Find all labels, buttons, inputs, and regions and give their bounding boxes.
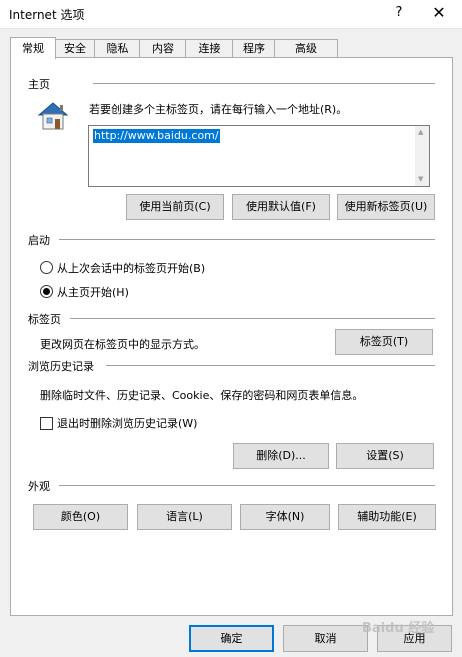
tab-privacy[interactable]: 隐私	[94, 39, 141, 58]
tabs-group-label: 标签页	[28, 313, 61, 326]
radio-last-session-label[interactable]: 从上次会话中的标签页开始(B)	[57, 260, 205, 276]
tabs-description: 更改网页在标签页中的显示方式。	[40, 338, 205, 351]
radio-home[interactable]	[40, 285, 53, 298]
appearance-group-label: 外观	[28, 480, 50, 493]
radio-last-session[interactable]	[40, 261, 53, 274]
history-settings-button[interactable]: 设置(S)	[336, 443, 434, 469]
colors-button[interactable]: 颜色(O)	[33, 504, 128, 530]
tab-security[interactable]: 安全	[54, 39, 96, 58]
homepage-group-label: 主页	[28, 78, 50, 91]
close-button[interactable]: ✕	[420, 0, 458, 28]
cancel-button[interactable]: 取消	[283, 625, 368, 652]
history-description: 删除临时文件、历史记录、Cookie、保存的密码和网页表单信息。	[40, 389, 364, 402]
tab-connections[interactable]: 连接	[185, 39, 234, 58]
use-new-tab-button[interactable]: 使用新标签页(U)	[337, 194, 435, 220]
history-separator	[106, 365, 435, 367]
delete-on-exit-checkbox[interactable]	[40, 417, 53, 430]
tab-general[interactable]: 常规	[10, 37, 56, 59]
radio-home-label[interactable]: 从主页开始(H)	[57, 284, 129, 300]
delete-history-button[interactable]: 删除(D)...	[233, 443, 329, 469]
home-icon	[37, 102, 69, 130]
title-bar: Internet 选项 ? ✕	[0, 0, 462, 29]
accessibility-button[interactable]: 辅助功能(E)	[338, 504, 436, 530]
ok-button[interactable]: 确定	[189, 625, 274, 652]
homepage-instruction: 若要创建多个主标签页，请在每行输入一个地址(R)。	[89, 103, 348, 116]
startup-separator	[59, 239, 435, 241]
homepage-url-text: http://www.baidu.com/	[93, 129, 220, 143]
use-current-button[interactable]: 使用当前页(C)	[126, 194, 224, 220]
window-title: Internet 选项	[9, 8, 85, 22]
appearance-separator	[59, 485, 435, 487]
languages-button[interactable]: 语言(L)	[137, 504, 232, 530]
tabs-separator	[70, 318, 435, 320]
scroll-down-icon[interactable]: ▼	[418, 175, 423, 183]
history-group-label: 浏览历史记录	[28, 360, 94, 373]
homepage-url-textarea[interactable]: http://www.baidu.com/ ▲ ▼	[88, 125, 430, 187]
tab-programs[interactable]: 程序	[232, 39, 276, 58]
radio-selected-dot	[43, 288, 50, 295]
tab-advanced[interactable]: 高级	[274, 39, 338, 58]
scroll-up-icon[interactable]: ▲	[418, 128, 423, 136]
url-scrollbar[interactable]: ▲ ▼	[415, 126, 429, 186]
fonts-button[interactable]: 字体(N)	[240, 504, 330, 530]
delete-on-exit-label[interactable]: 退出时删除浏览历史记录(W)	[57, 415, 197, 431]
homepage-separator	[93, 83, 435, 85]
help-button[interactable]: ?	[380, 0, 418, 28]
general-panel: 主页 若要创建多个主标签页，请在每行输入一个地址(R)。 http://www.…	[10, 57, 453, 616]
tab-content[interactable]: 内容	[139, 39, 187, 58]
watermark-text: Baidu 经验	[362, 621, 435, 636]
tabs-settings-button[interactable]: 标签页(T)	[335, 329, 433, 355]
use-default-button[interactable]: 使用默认值(F)	[232, 194, 330, 220]
startup-group-label: 启动	[28, 234, 50, 247]
